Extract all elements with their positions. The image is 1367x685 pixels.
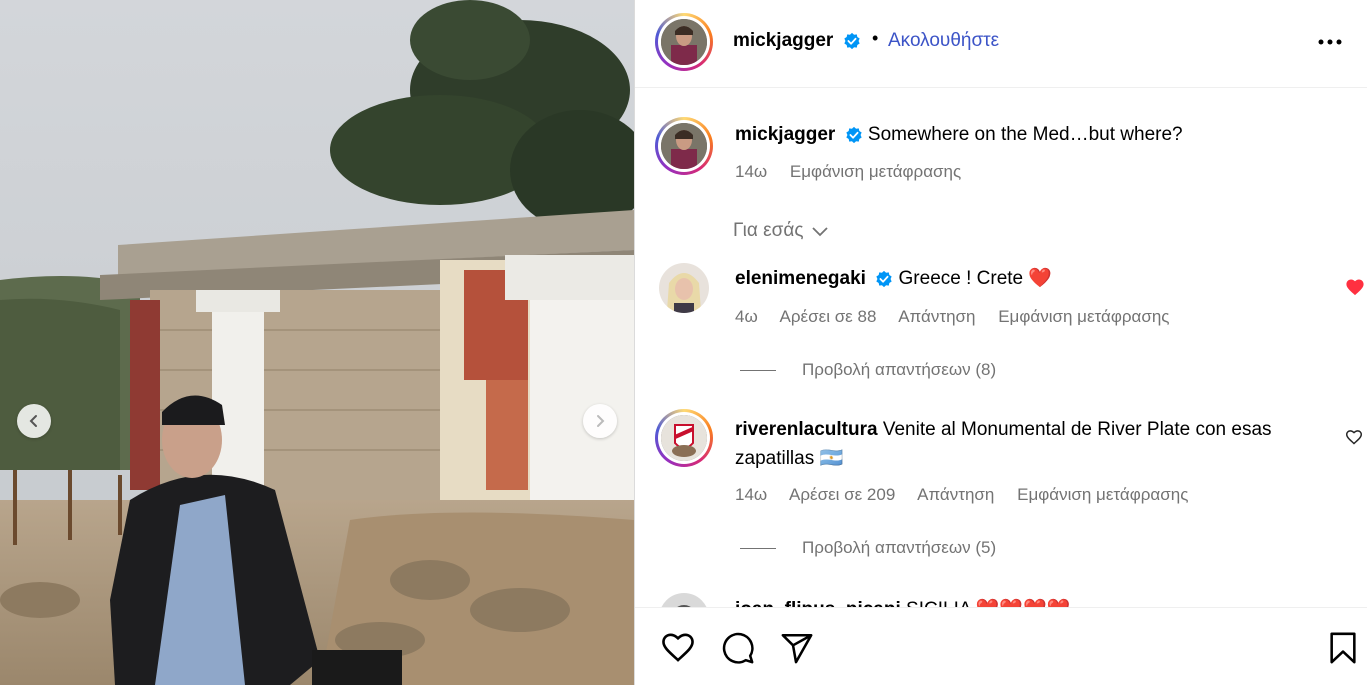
caption-translate-button[interactable]: Εμφάνιση μετάφρασης	[790, 162, 961, 181]
commenter-avatar[interactable]	[659, 263, 709, 313]
reply-button[interactable]: Απάντηση	[898, 307, 975, 326]
author-photo	[661, 19, 707, 65]
liked-heart-icon[interactable]	[1345, 278, 1365, 296]
chevron-left-icon	[29, 415, 37, 427]
replies-line	[740, 548, 776, 550]
comment-username[interactable]: elenimenegaki	[735, 268, 866, 289]
caption-meta: 14ω Εμφάνιση μετάφρασης	[735, 162, 979, 182]
comment-icon[interactable]	[721, 631, 755, 665]
caption-author-avatar[interactable]	[655, 117, 713, 175]
commenter-avatar[interactable]	[659, 593, 709, 607]
translate-button[interactable]: Εμφάνιση μετάφρασης	[998, 307, 1169, 326]
view-replies-button[interactable]: Προβολή απαντήσεων (8)	[740, 360, 996, 380]
reply-button[interactable]: Απάντηση	[917, 485, 994, 504]
view-replies-button[interactable]: Προβολή απαντήσεων (5)	[740, 538, 996, 558]
comment-username[interactable]: joan_flipus_picapi	[735, 599, 901, 607]
comment-text: Greece ! Crete	[898, 268, 1024, 289]
comment-meta: 14ω Αρέσει σε 209 Απάντηση Εμφάνιση μετά…	[735, 485, 1206, 505]
commenter-avatar[interactable]	[655, 409, 713, 467]
caption-text: Somewhere on the Med…but where?	[867, 124, 1183, 145]
translate-button[interactable]: Εμφάνιση μετάφρασης	[1017, 485, 1188, 504]
comment-text: Venite al Monumental de River Plate con …	[882, 419, 1272, 440]
verified-badge-icon	[876, 270, 892, 288]
previous-photo-button[interactable]	[17, 404, 51, 438]
follow-button[interactable]: Ακολουθήστε	[888, 30, 999, 52]
commenter-photo	[659, 593, 709, 607]
caption: mickjagger Somewhere on the Med…but wher…	[735, 124, 1183, 146]
view-replies-label: Προβολή απαντήσεων (5)	[802, 538, 997, 557]
verified-badge-icon	[843, 32, 860, 50]
caption-username[interactable]: mickjagger	[735, 124, 835, 145]
comment-username[interactable]: riverenlacultura	[735, 419, 878, 440]
comment-likes[interactable]: Αρέσει σε 88	[780, 307, 877, 326]
caption-timestamp: 14ω	[735, 162, 768, 181]
comment-timestamp: 4ω	[735, 307, 758, 326]
replies-line	[740, 370, 776, 372]
commenter-photo	[659, 263, 709, 313]
comment-text: SICILIA ❤️❤️❤️❤️	[906, 599, 1070, 607]
post-photo	[0, 0, 634, 685]
comments-scroll-area[interactable]: mickjagger Somewhere on the Med…but wher…	[635, 88, 1367, 607]
comment: joan_flipus_picapi SICILIA ❤️❤️❤️❤️	[735, 595, 1070, 607]
more-options-icon[interactable]	[1318, 38, 1342, 46]
bookmark-icon[interactable]	[1328, 631, 1358, 665]
author-username[interactable]: mickjagger	[733, 30, 861, 52]
comment-timestamp: 14ω	[735, 485, 768, 504]
photo-scene	[0, 0, 634, 685]
comments-filter-label: Για εσάς	[733, 220, 804, 241]
verified-badge-icon	[845, 126, 862, 144]
post-actions-bar	[635, 607, 1367, 685]
author-avatar[interactable]	[655, 13, 713, 71]
caption-author-photo	[661, 123, 707, 169]
post-header: mickjagger • Ακολουθήστε	[635, 0, 1367, 88]
share-icon[interactable]	[780, 631, 814, 665]
comment-likes[interactable]: Αρέσει σε 209	[789, 485, 895, 504]
separator-dot: •	[872, 28, 879, 48]
comment-text-line2: zapatillas 🇦🇷	[735, 448, 844, 469]
heart-icon[interactable]	[660, 631, 696, 663]
heart-icon[interactable]	[1345, 429, 1363, 445]
view-replies-label: Προβολή απαντήσεων (8)	[802, 360, 997, 379]
comment: elenimenegaki Greece ! Crete ❤️	[735, 264, 1052, 293]
commenter-photo	[661, 415, 707, 461]
chevron-right-icon	[597, 415, 605, 427]
comments-filter-dropdown[interactable]: Για εσάς	[733, 220, 829, 242]
comment: riverenlacultura Venite al Monumental de…	[735, 415, 1325, 473]
next-photo-button[interactable]	[583, 404, 617, 438]
chevron-down-icon	[812, 227, 828, 237]
post-details-panel: mickjagger • Ακολουθήστε mickjagger Some…	[635, 0, 1367, 685]
comment-emoji: ❤️	[1028, 268, 1053, 289]
comment-meta: 4ω Αρέσει σε 88 Απάντηση Εμφάνιση μετάφρ…	[735, 307, 1188, 327]
